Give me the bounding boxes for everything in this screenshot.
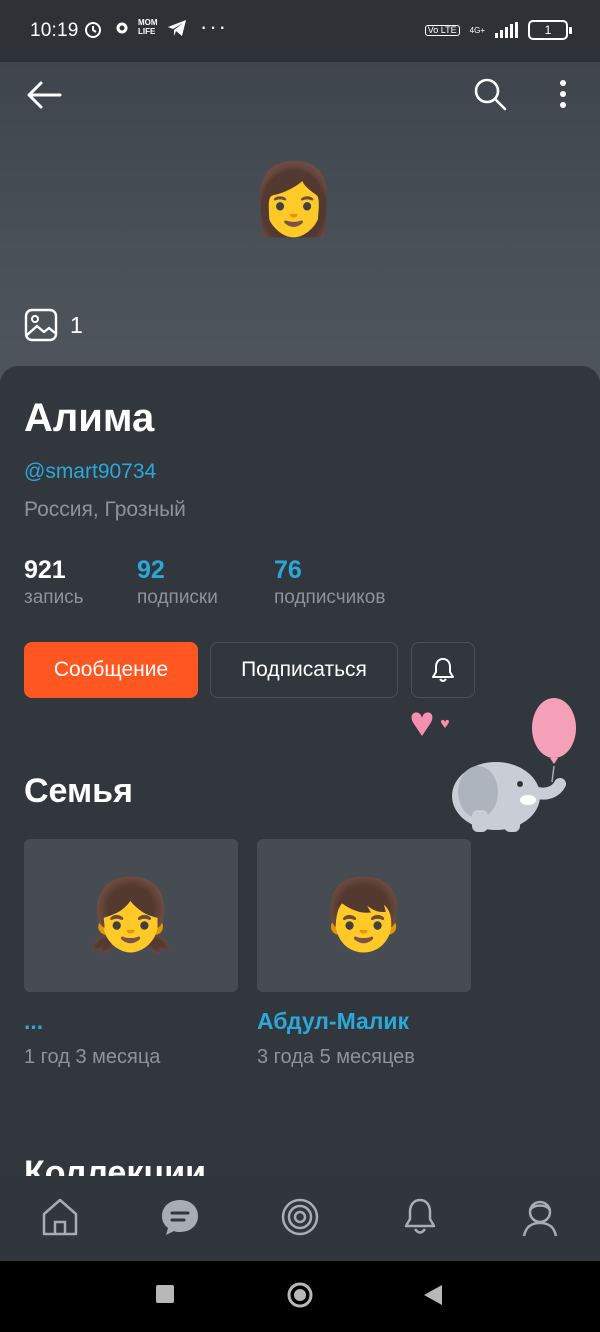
profile-name: Алима (24, 396, 155, 440)
telegram-icon (168, 20, 186, 36)
chat-icon[interactable] (160, 1196, 200, 1238)
mom-life-icon: MOM LIFE (138, 18, 158, 36)
battery-icon: 1 (528, 20, 572, 40)
family-title: Семья (24, 772, 133, 810)
avatar[interactable]: 👩 (250, 156, 337, 242)
notify-button[interactable] (411, 642, 475, 698)
bell-icon (432, 658, 454, 682)
signal-icon (495, 22, 518, 38)
stat-value: 76 (274, 556, 302, 584)
family-member-age: 3 года 5 месяцев (257, 1046, 415, 1068)
target-icon[interactable] (280, 1196, 320, 1238)
recent-apps-icon[interactable] (154, 1283, 176, 1305)
subscribe-button[interactable]: Подписаться (210, 642, 398, 698)
back-button-icon[interactable] (422, 1283, 444, 1307)
stat-label: подписчиков (274, 587, 386, 608)
status-time: 10:19 (30, 20, 79, 41)
family-member-name[interactable]: Абдул-Малик (257, 1008, 409, 1035)
battery-level: 1 (544, 23, 552, 37)
bottom-navigation (0, 1176, 600, 1261)
more-notifications-icon: ··· (200, 14, 228, 39)
more-vertical-icon[interactable] (553, 78, 573, 112)
profile-sheet: Алима @smart90734 Россия, Грозный 921 за… (0, 366, 600, 1196)
family-member-name[interactable]: ... (24, 1008, 43, 1035)
profile-location: Россия, Грозный (24, 498, 186, 521)
message-button[interactable]: Сообщение (24, 642, 198, 698)
elephant-sticker (411, 698, 576, 832)
stat-value: 921 (24, 556, 66, 584)
stat-posts[interactable]: 921 запись (24, 556, 84, 609)
photo-counter[interactable]: 1 (24, 308, 83, 342)
profile-handle[interactable]: @smart90734 (24, 460, 156, 484)
family-member-age: 1 год 3 месяца (24, 1046, 161, 1068)
stat-label: подписки (137, 587, 218, 608)
stat-followers[interactable]: 76 подписчиков (274, 556, 385, 609)
status-bar: 10:19 MOM LIFE ··· Vo LTE 4G+ 1 (0, 0, 600, 62)
family-member-card[interactable]: 👦 (257, 839, 471, 992)
image-icon (24, 308, 58, 342)
volte-icon: Vo LTE (424, 24, 460, 36)
home-button-icon[interactable] (286, 1281, 314, 1309)
photo-count: 1 (70, 311, 83, 338)
settings-icon (116, 22, 128, 34)
search-icon[interactable] (472, 76, 508, 112)
stat-value: 92 (137, 556, 165, 584)
profile-icon[interactable] (520, 1196, 560, 1238)
stat-following[interactable]: 92 подписки (137, 556, 218, 609)
alarm-icon (85, 22, 101, 38)
system-navigation (0, 1261, 600, 1332)
back-arrow-icon[interactable] (26, 80, 62, 110)
home-icon[interactable] (40, 1196, 80, 1238)
family-member-card[interactable]: 👧 (24, 839, 238, 992)
bell-icon[interactable] (400, 1196, 440, 1238)
stat-label: запись (24, 587, 84, 608)
network-type: 4G+ (469, 25, 485, 35)
